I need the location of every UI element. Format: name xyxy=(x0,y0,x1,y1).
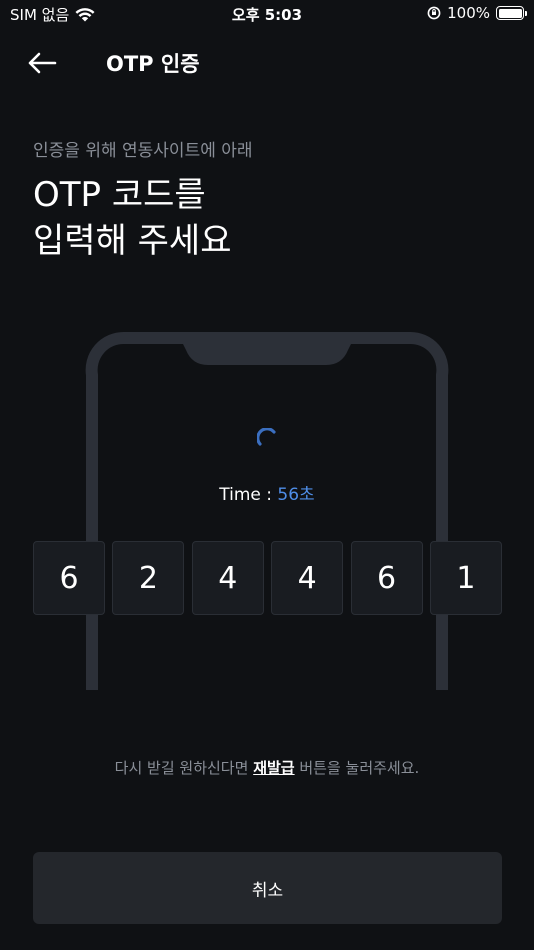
arrow-left-icon xyxy=(28,52,57,74)
cancel-button[interactable]: 취소 xyxy=(33,852,502,924)
orientation-lock-icon xyxy=(427,6,441,20)
timer-label: Time : xyxy=(219,485,278,505)
intro-subtitle: 인증을 위해 연동사이트에 아래 xyxy=(33,141,253,161)
otp-digit: 6 xyxy=(33,541,105,615)
otp-screen: SIM 없음 오후 5:03 100% OTP 인증 인증을 위해 연동사이트에… xyxy=(0,0,534,950)
hint-suffix: 버튼을 눌러주세요. xyxy=(294,759,420,777)
reissue-link[interactable]: 재발급 xyxy=(253,759,294,777)
otp-digit: 4 xyxy=(191,541,264,615)
headline-line-2: 입력해 주세요 xyxy=(33,221,232,261)
battery-percent: 100% xyxy=(447,4,490,22)
page-title: OTP 인증 xyxy=(106,52,200,76)
reissue-hint: 다시 받길 원하신다면 재발급 버튼을 눌러주세요. xyxy=(0,757,534,778)
otp-digit: 4 xyxy=(271,541,344,615)
otp-digit: 6 xyxy=(350,541,423,615)
otp-digit: 1 xyxy=(429,541,502,615)
status-right: 100% xyxy=(427,4,527,22)
phone-illustration xyxy=(85,331,449,690)
otp-digit: 2 xyxy=(112,541,185,615)
otp-code-row: 6 2 4 4 6 1 xyxy=(33,541,502,615)
loading-spinner-icon xyxy=(257,428,276,446)
headline-line-1: OTP 코드를 xyxy=(33,175,206,215)
back-button[interactable] xyxy=(24,45,60,81)
battery-icon xyxy=(496,6,527,20)
intro-headline: OTP 코드를 입력해 주세요 xyxy=(33,172,232,264)
timer-value: 56초 xyxy=(277,485,315,505)
status-bar: SIM 없음 오후 5:03 100% xyxy=(0,0,534,30)
hint-prefix: 다시 받길 원하신다면 xyxy=(114,759,254,777)
otp-timer: Time : 56초 xyxy=(0,480,534,505)
